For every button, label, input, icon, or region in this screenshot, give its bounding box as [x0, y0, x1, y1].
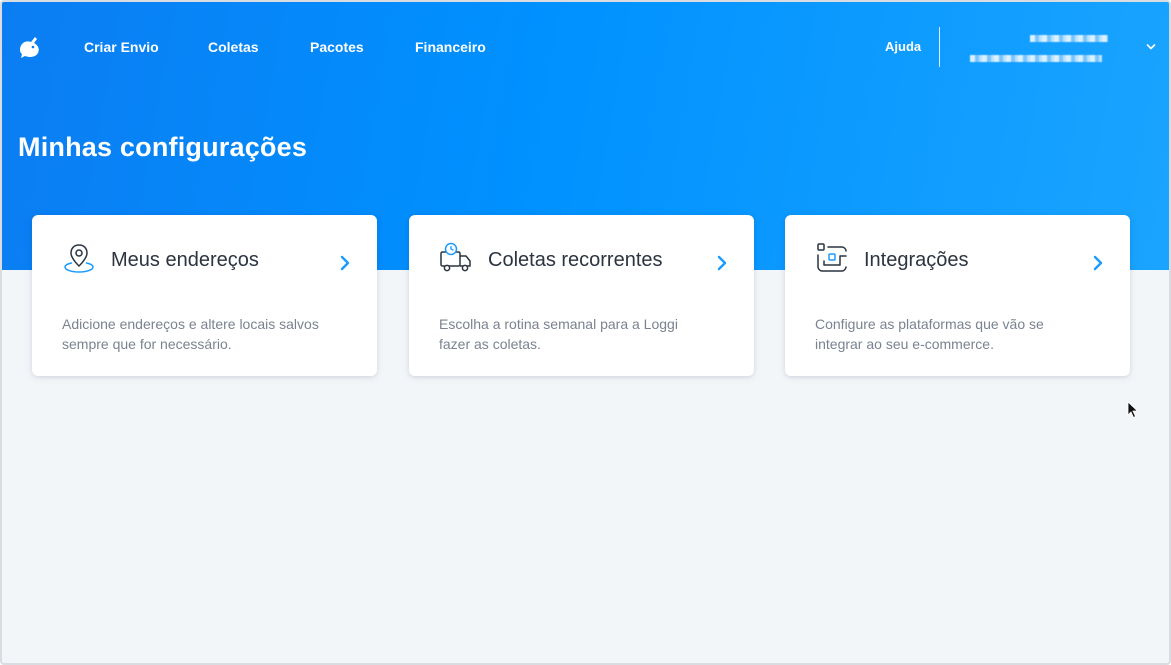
integrations-icon [817, 243, 847, 272]
chevron-right-icon[interactable] [1092, 255, 1104, 271]
nav-coletas[interactable]: Coletas [208, 39, 259, 55]
page-title: Minhas configurações [18, 132, 308, 162]
nav-divider [939, 27, 940, 67]
chevron-right-icon[interactable] [339, 255, 351, 271]
account-email-redacted [970, 55, 1102, 62]
nav-pacotes[interactable]: Pacotes [310, 39, 364, 55]
card-title: Meus endereços [111, 249, 259, 271]
mouse-cursor-icon [1127, 401, 1139, 419]
loggi-logo-icon[interactable] [16, 33, 44, 61]
chevron-down-icon[interactable] [1146, 42, 1156, 52]
card-description: Adicione endereços e altere locais salvo… [62, 316, 319, 352]
nav-criar-envio[interactable]: Criar Envio [84, 39, 159, 55]
delivery-truck-clock-icon [440, 242, 471, 272]
account-menu[interactable] [962, 32, 1162, 72]
card-meus-enderecos[interactable]: Meus endereços Adicione endereços e alte… [32, 215, 377, 376]
app-window: Criar Envio Coletas Pacotes Financeiro A… [0, 0, 1171, 665]
card-integracoes[interactable]: Integrações Configure as plataformas que… [785, 215, 1130, 376]
card-title: Integrações [864, 249, 969, 271]
card-title: Coletas recorrentes [488, 249, 663, 271]
card-coletas-recorrentes[interactable]: Coletas recorrentes Escolha a rotina sem… [409, 215, 754, 376]
location-pin-icon [64, 244, 94, 273]
card-description: Escolha a rotina semanal para a Loggi fa… [439, 316, 678, 352]
card-description: Configure as plataformas que vão se inte… [815, 316, 1044, 352]
help-link[interactable]: Ajuda [885, 39, 921, 54]
account-name-redacted [1030, 35, 1108, 42]
nav-financeiro[interactable]: Financeiro [415, 39, 486, 55]
chevron-right-icon[interactable] [716, 255, 728, 271]
